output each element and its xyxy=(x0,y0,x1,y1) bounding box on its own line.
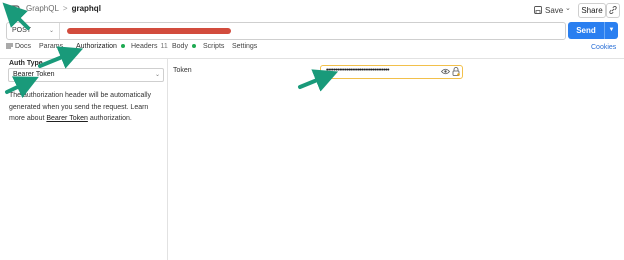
arrow-authorization-tab xyxy=(38,46,84,69)
arrow-token-field xyxy=(298,69,339,92)
annotation-arrows xyxy=(2,2,339,98)
arrow-auth-type xyxy=(5,76,39,98)
arrow-breadcrumb xyxy=(2,2,30,30)
